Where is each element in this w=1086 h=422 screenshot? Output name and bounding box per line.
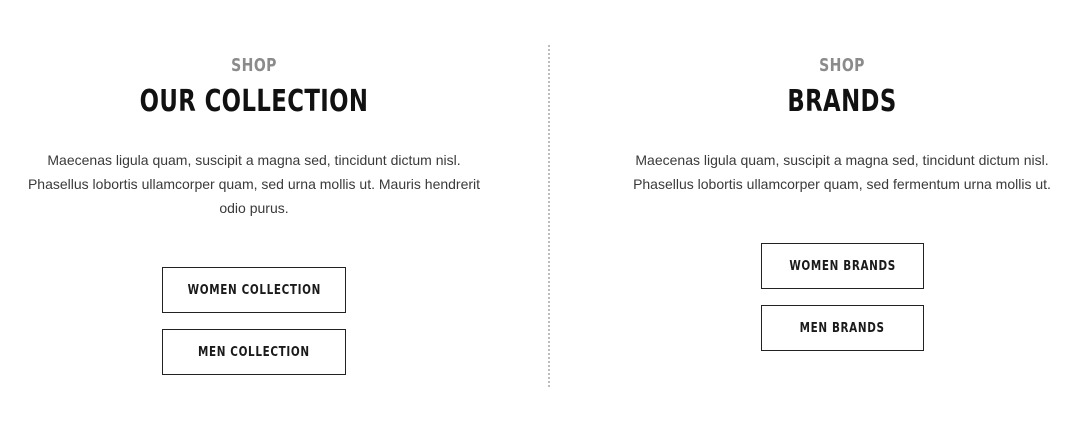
button-label: MEN COLLECTION: [198, 344, 310, 360]
section-title: OUR COLLECTION: [139, 84, 369, 119]
description-line: Maecenas ligula quam, suscipit a magna s…: [635, 152, 1049, 168]
section-title: BRANDS: [787, 84, 897, 119]
section-eyebrow: SHOP: [819, 55, 865, 76]
button-label: WOMEN COLLECTION: [187, 282, 321, 298]
dotted-divider: [548, 45, 550, 387]
men-brands-button[interactable]: MEN BRANDS: [761, 305, 924, 351]
section-eyebrow: SHOP: [231, 55, 277, 76]
brands-section: SHOP BRANDS Maecenas ligula quam, suscip…: [612, 0, 1072, 422]
section-description: Maecenas ligula quam, suscipit a magna s…: [24, 148, 484, 220]
description-line: odio purus.: [219, 200, 289, 216]
women-collection-button[interactable]: WOMEN COLLECTION: [162, 267, 346, 313]
description-line: Phasellus lobortis ullamcorper quam, sed…: [633, 176, 1051, 192]
collection-section: SHOP OUR COLLECTION Maecenas ligula quam…: [24, 0, 484, 422]
description-line: Phasellus lobortis ullamcorper quam, sed…: [27, 176, 481, 192]
shop-sections: SHOP OUR COLLECTION Maecenas ligula quam…: [0, 0, 1086, 422]
men-collection-button[interactable]: MEN COLLECTION: [162, 329, 346, 375]
button-label: MEN BRANDS: [800, 320, 885, 336]
button-label: WOMEN BRANDS: [789, 258, 896, 274]
women-brands-button[interactable]: WOMEN BRANDS: [761, 243, 924, 289]
section-description: Maecenas ligula quam, suscipit a magna s…: [612, 148, 1072, 196]
description-line: Maecenas ligula quam, suscipit a magna s…: [47, 152, 461, 168]
